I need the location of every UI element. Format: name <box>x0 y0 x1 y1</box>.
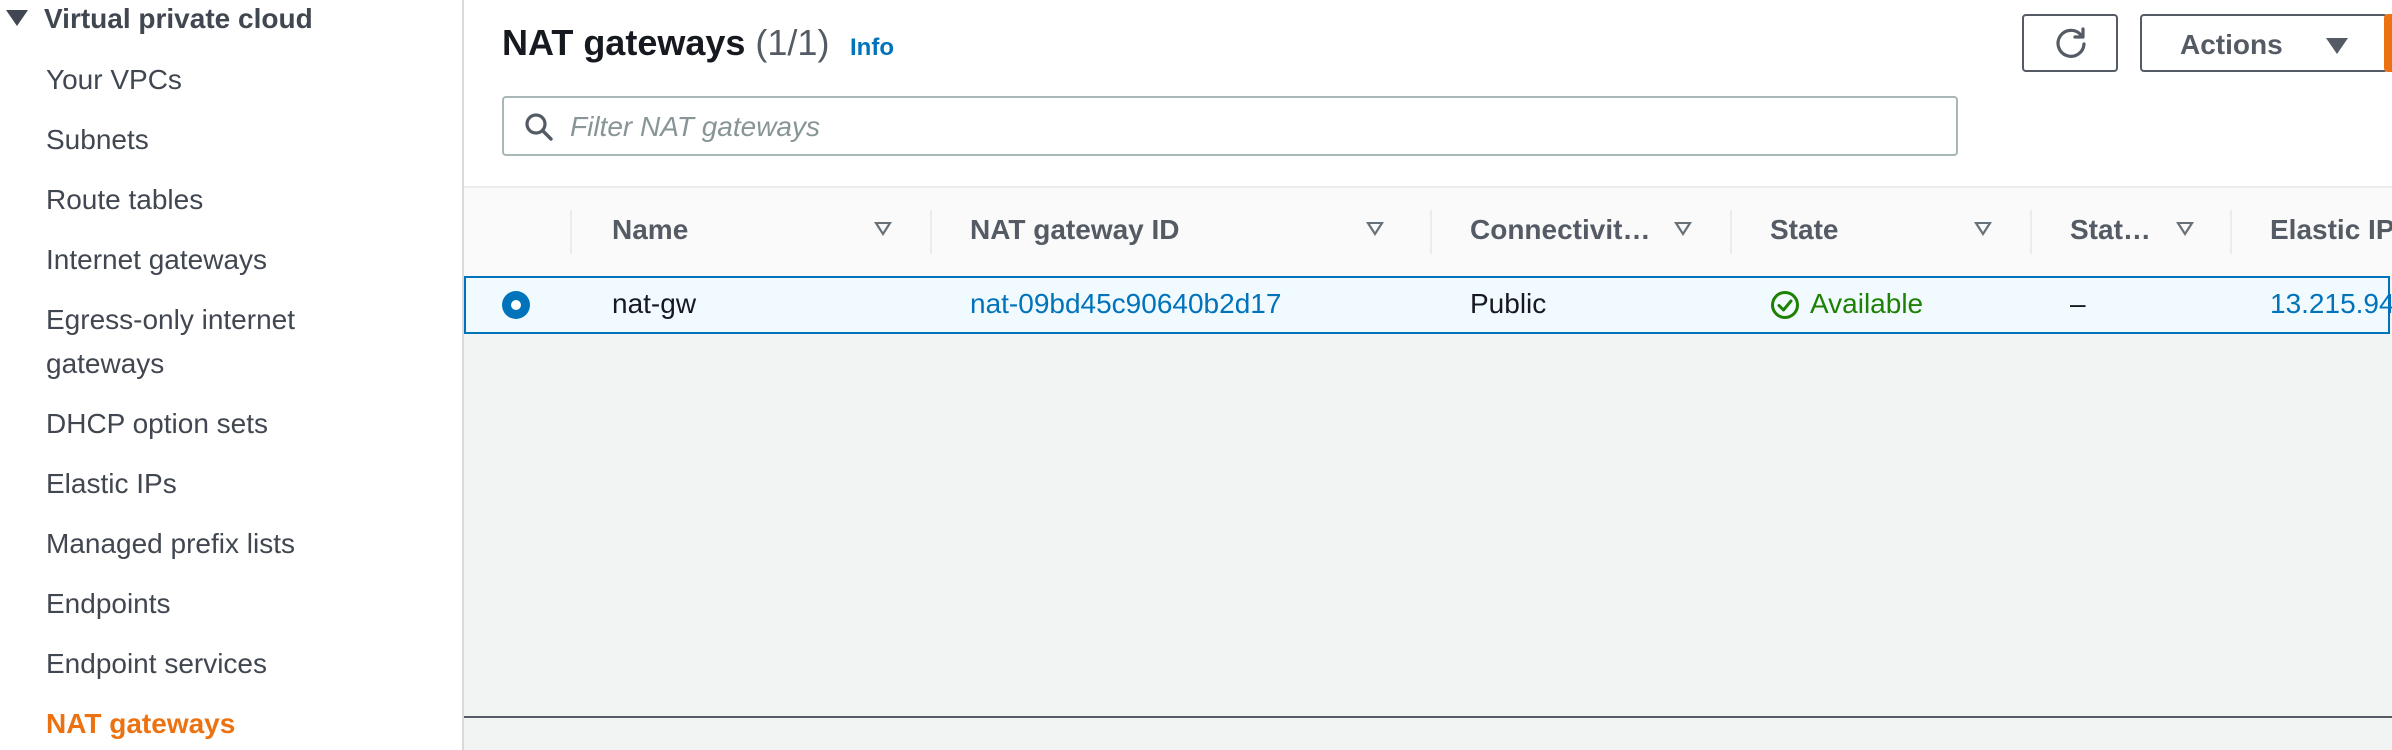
column-header-state[interactable]: State <box>1730 188 2030 276</box>
sort-icon[interactable] <box>1366 222 1384 236</box>
cell-connectivity: Public <box>1470 288 1547 319</box>
sidebar-item-dhcp-option-sets[interactable]: DHCP option sets <box>46 402 268 446</box>
cell-elastic-ip-link[interactable]: 13.215.94 <box>2270 288 2392 320</box>
column-header-state-message[interactable]: Stat… <box>2030 188 2230 276</box>
item-count: (1/1) <box>755 22 830 63</box>
sidebar-item-elastic-ips[interactable]: Elastic IPs <box>46 462 177 506</box>
create-nat-gateway-button[interactable] <box>2384 14 2392 72</box>
column-header-nat-gateway-id[interactable]: NAT gateway ID <box>930 188 1430 276</box>
sidebar-section-label: Virtual private cloud <box>44 3 313 34</box>
table-header-panel: NAT gateways (1/1) Info Actions <box>464 0 2392 188</box>
actions-dropdown-button[interactable]: Actions <box>2140 14 2388 72</box>
search-icon <box>525 113 553 141</box>
cell-nat-gateway-id-link[interactable]: nat-09bd45c90640b2d17 <box>970 288 1281 320</box>
sidebar-item-subnets[interactable]: Subnets <box>46 118 149 162</box>
sidebar-item-egress-only-internet-gateways[interactable]: Egress-only internet <box>46 298 295 342</box>
search-input[interactable] <box>568 106 1932 148</box>
sort-icon[interactable] <box>1674 222 1692 236</box>
info-link[interactable]: Info <box>850 34 894 62</box>
column-header-label: State <box>1770 214 1839 245</box>
cell-state-message: – <box>2070 288 2086 319</box>
column-header-label: Stat… <box>2070 214 2151 245</box>
page-title-text: NAT gateways <box>502 22 746 63</box>
column-header-label: Name <box>612 214 689 245</box>
page-title: NAT gateways (1/1) <box>502 22 829 64</box>
sidebar-item-managed-prefix-lists[interactable]: Managed prefix lists <box>46 522 295 566</box>
column-header-name[interactable]: Name <box>570 188 930 276</box>
caret-down-icon <box>6 10 28 26</box>
refresh-button[interactable] <box>2022 14 2118 72</box>
sort-icon[interactable] <box>874 222 892 236</box>
column-header-elastic-ip[interactable]: Elastic IP <box>2230 188 2392 276</box>
table-column-headers: Name NAT gateway ID Connectivit… State S… <box>464 188 2392 278</box>
sort-icon[interactable] <box>1974 222 1992 236</box>
table-row[interactable]: nat-gw nat-09bd45c90640b2d17 Public Avai… <box>464 276 2392 334</box>
sidebar-item-endpoint-services[interactable]: Endpoint services <box>46 642 267 686</box>
sidebar-item-internet-gateways[interactable]: Internet gateways <box>46 238 267 282</box>
sidebar-section-virtual-private-cloud[interactable]: Virtual private cloud <box>0 0 460 38</box>
caret-down-icon <box>2326 38 2348 54</box>
check-circle-icon <box>1771 291 1799 319</box>
actions-label: Actions <box>2180 29 2283 60</box>
sort-icon[interactable] <box>2176 222 2194 236</box>
resize-handle[interactable] <box>464 718 2392 750</box>
state-label: Available <box>1810 288 1924 319</box>
sidebar-item-your-vpcs[interactable]: Your VPCs <box>46 58 182 102</box>
cell-name: nat-gw <box>612 288 697 319</box>
sidebar-item-route-tables[interactable]: Route tables <box>46 178 203 222</box>
column-header-label: NAT gateway ID <box>970 214 1180 245</box>
column-header-label: Connectivit… <box>1470 214 1651 245</box>
sidebar-item-endpoints[interactable]: Endpoints <box>46 582 171 626</box>
row-select-radio[interactable] <box>502 291 530 319</box>
main-content: NAT gateways (1/1) Info Actions Name <box>464 0 2392 750</box>
search-field[interactable] <box>502 96 1958 156</box>
sidebar-item-egress-only-internet-gateways-line2[interactable]: gateways <box>46 342 164 386</box>
refresh-icon <box>2056 27 2086 58</box>
column-header-connectivity[interactable]: Connectivit… <box>1430 188 1730 276</box>
sidebar: Virtual private cloud Your VPCs Subnets … <box>0 0 464 750</box>
column-header-label: Elastic IP <box>2270 214 2392 245</box>
sidebar-item-nat-gateways[interactable]: NAT gateways <box>46 702 235 746</box>
